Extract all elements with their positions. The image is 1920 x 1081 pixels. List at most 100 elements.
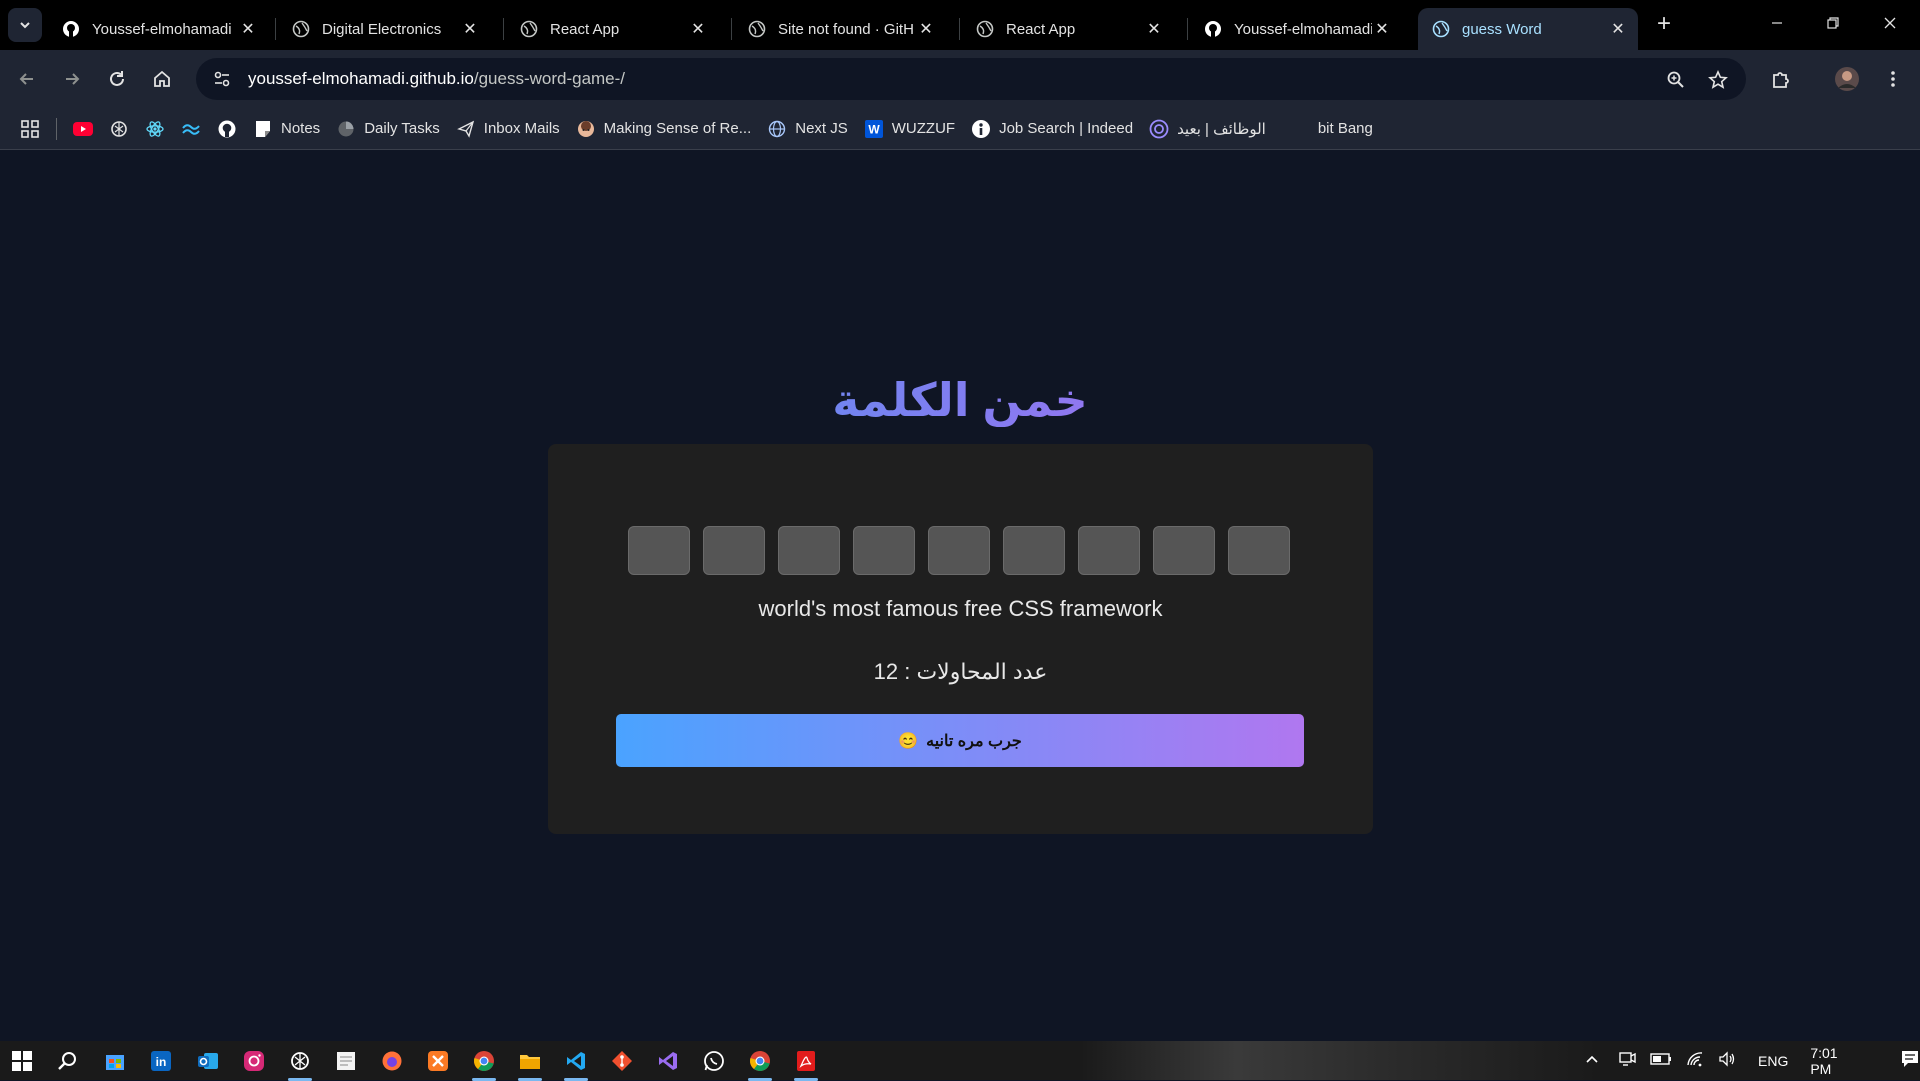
- tab-search-button[interactable]: [8, 8, 42, 42]
- zoom-button[interactable]: [1664, 68, 1688, 92]
- close-icon[interactable]: ✕: [238, 19, 258, 39]
- letter-box[interactable]: [1228, 526, 1290, 575]
- taskbar-file-explorer[interactable]: [516, 1047, 544, 1081]
- home-button[interactable]: [147, 64, 177, 94]
- forward-button[interactable]: [57, 64, 87, 94]
- arrow-left-icon: [19, 73, 33, 85]
- tab-2[interactable]: Digital Electronics ✕: [278, 8, 490, 50]
- tray-meet-button[interactable]: [1618, 1050, 1636, 1071]
- taskbar-store[interactable]: [101, 1047, 129, 1075]
- bookmark-youtube[interactable]: [65, 113, 101, 145]
- tab-4[interactable]: Site not found · GitH ✕: [734, 8, 946, 50]
- taskbar-instagram[interactable]: [240, 1047, 268, 1075]
- letter-box[interactable]: [778, 526, 840, 575]
- bookmark-react[interactable]: [137, 113, 173, 145]
- attempts-label: عدد المحاولات :: [898, 659, 1048, 684]
- wifi-button[interactable]: [1686, 1050, 1704, 1071]
- bookmark-daily-tasks[interactable]: Daily Tasks: [328, 113, 448, 145]
- letter-box[interactable]: [853, 526, 915, 575]
- site-info-button[interactable]: [204, 64, 240, 94]
- letter-box[interactable]: [1153, 526, 1215, 575]
- taskbar-notepad[interactable]: [332, 1047, 360, 1075]
- clock[interactable]: 7:01 PM: [1810, 1045, 1860, 1077]
- taskbar-chatgpt[interactable]: [286, 1047, 314, 1081]
- bookmark-indeed[interactable]: Job Search | Indeed: [963, 113, 1141, 145]
- apps-button[interactable]: [12, 113, 48, 145]
- letter-box[interactable]: [928, 526, 990, 575]
- taskbar-whatsapp[interactable]: [700, 1047, 728, 1075]
- avatar-icon: [576, 119, 596, 139]
- bookmark-star-button[interactable]: [1706, 68, 1730, 92]
- system-tray: ENG 7:01 PM: [1584, 1041, 1920, 1080]
- taskbar-visual-studio[interactable]: [654, 1047, 682, 1075]
- bookmark-bit-bang[interactable]: bit Bang: [1302, 113, 1381, 145]
- tab-divider: [275, 18, 276, 40]
- tray-overflow-button[interactable]: [1584, 1051, 1600, 1070]
- avatar-icon: [1835, 67, 1859, 91]
- back-button[interactable]: [12, 64, 42, 94]
- bookmark-inbox-mails[interactable]: Inbox Mails: [448, 113, 568, 145]
- display-icon: [1619, 1052, 1636, 1066]
- tab-1[interactable]: Youssef-elmohamadi ✕: [48, 8, 268, 50]
- bookmark-making-sense[interactable]: Making Sense of Re...: [568, 113, 760, 145]
- taskbar-outlook[interactable]: [194, 1047, 222, 1075]
- letter-boxes: [628, 526, 1290, 575]
- tab-6[interactable]: Youssef-elmohamadi ✕: [1190, 8, 1402, 50]
- minimize-button[interactable]: [1762, 12, 1792, 38]
- tab-3[interactable]: React App ✕: [506, 8, 718, 50]
- url-text[interactable]: youssef-elmohamadi.github.io/guess-word-…: [248, 69, 625, 89]
- close-icon[interactable]: ✕: [916, 19, 936, 39]
- bookmark-notes[interactable]: Notes: [245, 113, 328, 145]
- close-icon[interactable]: ✕: [1608, 19, 1628, 39]
- bookmark-chatgpt[interactable]: [101, 113, 137, 145]
- taskbar-chrome[interactable]: [470, 1047, 498, 1081]
- letter-box[interactable]: [628, 526, 690, 575]
- letter-box[interactable]: [1078, 526, 1140, 575]
- game-title: خمن الكلمة: [660, 373, 1260, 427]
- notifications-button[interactable]: [1900, 1049, 1920, 1072]
- close-icon[interactable]: ✕: [460, 19, 480, 39]
- taskbar-acrobat[interactable]: [792, 1047, 820, 1081]
- profile-avatar[interactable]: [1832, 64, 1862, 94]
- letter-box[interactable]: [1003, 526, 1065, 575]
- taskbar-git[interactable]: [608, 1047, 636, 1075]
- volume-button[interactable]: [1718, 1050, 1736, 1071]
- whatsapp-icon: [704, 1051, 724, 1071]
- battery-button[interactable]: [1650, 1052, 1672, 1069]
- try-again-button[interactable]: جرب مره تانيه 😊: [616, 714, 1304, 767]
- new-tab-button[interactable]: +: [1652, 12, 1676, 38]
- taskbar-chrome-profile[interactable]: [746, 1047, 774, 1081]
- extensions-button[interactable]: [1766, 64, 1796, 94]
- tab-7-active[interactable]: guess Word ✕: [1418, 8, 1638, 50]
- tab-title: Digital Electronics: [322, 20, 442, 38]
- baeed-icon: [1149, 119, 1169, 139]
- bookmark-baeed[interactable]: الوظائف | بعيد: [1141, 113, 1274, 145]
- language-indicator[interactable]: ENG: [1758, 1053, 1788, 1069]
- folder-icon: [520, 1055, 540, 1069]
- taskbar-search[interactable]: [54, 1047, 82, 1075]
- close-icon[interactable]: ✕: [1144, 19, 1164, 39]
- bookmark-tailwind[interactable]: [173, 113, 209, 145]
- taskbar-vscode[interactable]: [562, 1047, 590, 1081]
- bookmark-label: Next JS: [795, 120, 848, 137]
- bookmark-label: Daily Tasks: [364, 120, 440, 137]
- close-icon[interactable]: ✕: [1372, 19, 1392, 39]
- bookmark-github[interactable]: [209, 113, 245, 145]
- start-button[interactable]: [8, 1047, 36, 1075]
- address-bar[interactable]: youssef-elmohamadi.github.io/guess-word-…: [196, 58, 1746, 100]
- close-icon[interactable]: ✕: [688, 19, 708, 39]
- reload-button[interactable]: [102, 64, 132, 94]
- letter-box[interactable]: [703, 526, 765, 575]
- tab-5[interactable]: React App ✕: [962, 8, 1174, 50]
- taskbar-firefox[interactable]: [378, 1047, 406, 1075]
- bookmark-wuzzuf[interactable]: W WUZZUF: [856, 113, 963, 145]
- taskbar-linkedin[interactable]: in: [147, 1047, 175, 1075]
- globe-icon: [1432, 20, 1450, 38]
- restore-button[interactable]: [1818, 12, 1848, 38]
- taskbar-xampp[interactable]: [424, 1047, 452, 1075]
- close-window-button[interactable]: [1875, 12, 1905, 38]
- bookmark-label: Notes: [281, 120, 321, 137]
- bookmark-next-js[interactable]: Next JS: [759, 113, 856, 145]
- menu-button[interactable]: [1878, 64, 1908, 94]
- search-icon: [58, 1052, 76, 1070]
